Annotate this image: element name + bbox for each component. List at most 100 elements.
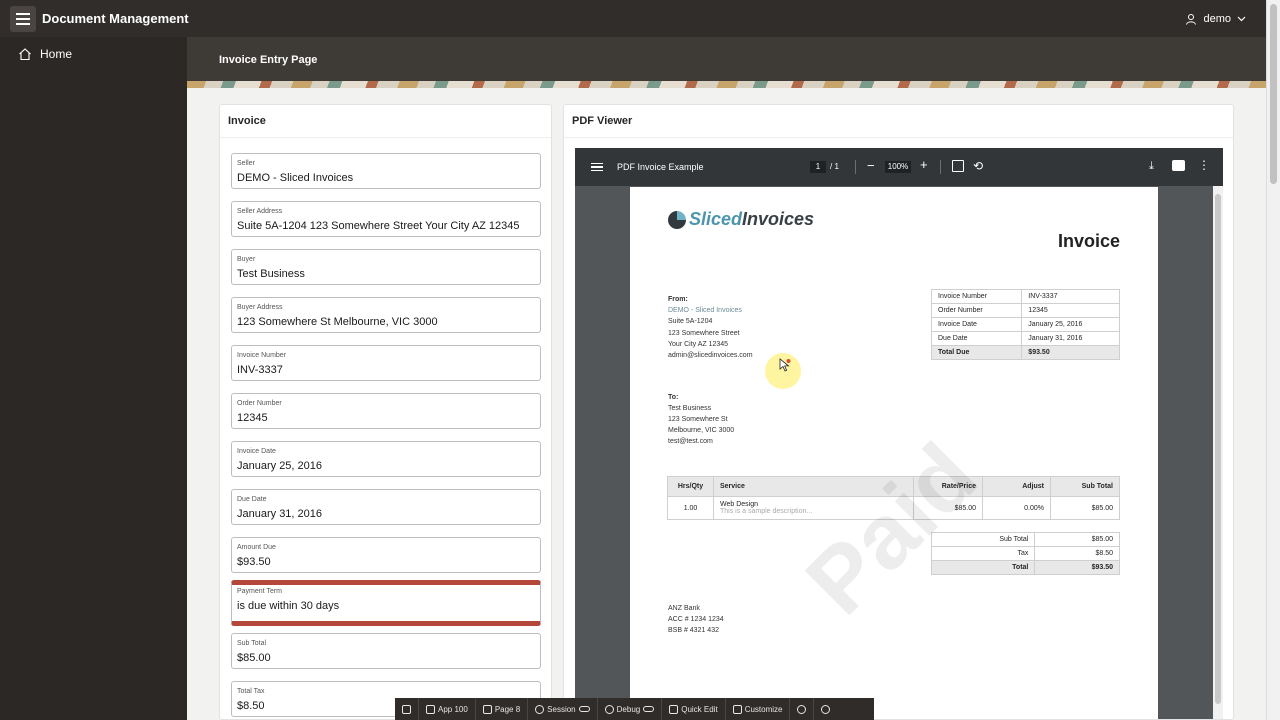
field-label: Payment Term bbox=[237, 588, 282, 595]
pdf-menu-icon[interactable] bbox=[591, 162, 603, 172]
field-label: Seller bbox=[237, 160, 255, 167]
page-title: Invoice Entry Page bbox=[219, 54, 318, 66]
order-number-field[interactable]: Order Number 12345 bbox=[231, 393, 541, 429]
field-value: $8.50 bbox=[237, 700, 265, 712]
pdf-page-total: / 1 bbox=[830, 162, 839, 171]
info-icon bbox=[797, 704, 807, 714]
field-value: Test Business bbox=[237, 268, 305, 280]
pdf-scrollbar-thumb[interactable] bbox=[1215, 194, 1221, 704]
table-row: Invoice Number INV-3337 bbox=[930, 289, 1120, 304]
from-line: 123 Somewhere Street bbox=[668, 330, 740, 337]
page-scrollbar-thumb[interactable] bbox=[1270, 4, 1277, 184]
invoice-date-field[interactable]: Invoice Date January 25, 2016 bbox=[231, 441, 541, 477]
pdf-toolbar: PDF Invoice Example 1 / 1 − 100% + ⟲ ⤓ ⋮ bbox=[575, 148, 1223, 186]
to-label: To: bbox=[668, 394, 679, 401]
dev-app-button[interactable]: App 100 bbox=[419, 698, 476, 720]
amount-due-field[interactable]: Amount Due $93.50 bbox=[231, 537, 541, 573]
logo-text-part1: Sliced bbox=[689, 209, 743, 229]
pdf-viewer[interactable]: PDF Invoice Example 1 / 1 − 100% + ⟲ ⤓ ⋮… bbox=[575, 148, 1223, 719]
field-label: Amount Due bbox=[237, 544, 276, 551]
table-row: Tax $8.50 bbox=[930, 546, 1120, 561]
pdf-page-input[interactable]: 1 bbox=[810, 161, 826, 173]
from-line: Suite 5A-1204 bbox=[668, 318, 713, 325]
page-icon bbox=[482, 704, 492, 714]
page-scrollbar[interactable] bbox=[1266, 0, 1280, 720]
due-date-field[interactable]: Due Date January 31, 2016 bbox=[231, 489, 541, 525]
logo-text-part2: Invoices bbox=[742, 209, 815, 229]
toolbar-divider bbox=[855, 160, 856, 174]
edit-icon bbox=[426, 704, 435, 714]
dev-session-button[interactable]: Session bbox=[528, 698, 598, 720]
dev-info-button[interactable] bbox=[790, 698, 815, 720]
payment-term-field[interactable]: Payment Term is due within 30 days bbox=[231, 580, 541, 626]
dev-customize-button[interactable]: Customize bbox=[726, 698, 791, 720]
top-header: Document Management demo bbox=[0, 0, 1266, 37]
user-menu-button[interactable]: demo bbox=[1185, 0, 1246, 37]
field-label: Buyer Address bbox=[237, 304, 283, 311]
pdf-scrollbar[interactable] bbox=[1213, 186, 1223, 719]
rotate-icon[interactable]: ⟲ bbox=[973, 158, 983, 174]
side-navigation: Home bbox=[0, 37, 187, 720]
field-value: January 25, 2016 bbox=[237, 460, 323, 472]
pdf-viewer-region: PDF Viewer PDF Invoice Example 1 / 1 − 1… bbox=[563, 104, 1234, 720]
from-label: From: bbox=[668, 296, 688, 303]
dev-quick-edit-button[interactable]: Quick Edit bbox=[662, 698, 726, 720]
home-icon bbox=[402, 704, 411, 714]
dev-home-button[interactable] bbox=[395, 698, 419, 720]
seller-address-field[interactable]: Seller Address Suite 5A-1204 123 Somewhe… bbox=[231, 201, 541, 237]
field-label: Buyer bbox=[237, 256, 256, 263]
dev-settings-button[interactable] bbox=[814, 698, 837, 720]
field-label: Sub Total bbox=[237, 640, 267, 647]
zoom-out-icon[interactable]: − bbox=[867, 158, 875, 174]
buyer-field[interactable]: Buyer Test Business bbox=[231, 249, 541, 285]
to-line: Melbourne, VIC 3000 bbox=[668, 427, 735, 434]
from-line: Your City AZ 12345 bbox=[668, 341, 729, 348]
bank-line: BSB # 4321 432 bbox=[668, 627, 719, 634]
quick-edit-icon bbox=[669, 704, 679, 714]
field-value: $93.50 bbox=[237, 556, 271, 568]
home-icon bbox=[19, 48, 31, 61]
invoice-meta-table: Invoice Number INV-3337 Order Number 12345… bbox=[930, 289, 1120, 360]
user-name: demo bbox=[1203, 12, 1231, 25]
paid-watermark: Paid bbox=[787, 424, 997, 634]
invoice-region: Invoice Seller DEMO - Sliced Invoices Se… bbox=[219, 104, 552, 720]
bank-line: ACC # 1234 1234 bbox=[668, 616, 724, 623]
field-value: DEMO - Sliced Invoices bbox=[237, 172, 354, 184]
logo-icon bbox=[668, 210, 686, 229]
to-line: Test Business bbox=[668, 405, 712, 412]
field-value: January 31, 2016 bbox=[237, 508, 323, 520]
menu-toggle-button[interactable] bbox=[10, 5, 36, 32]
field-label: Invoice Number bbox=[237, 352, 287, 359]
sidebar-item-home[interactable]: Home bbox=[0, 37, 187, 71]
pdf-zoom-input[interactable]: 100% bbox=[885, 161, 911, 173]
toolbar-divider bbox=[940, 160, 941, 174]
bank-line: ANZ Bank bbox=[668, 605, 700, 612]
field-value: is due within 30 days bbox=[237, 600, 340, 612]
app-title[interactable]: Document Management bbox=[42, 11, 189, 26]
dev-page-button[interactable]: Page 8 bbox=[476, 698, 529, 720]
pdf-region-title: PDF Viewer bbox=[564, 105, 1233, 138]
field-label: Invoice Date bbox=[237, 448, 276, 455]
invoice-number-field[interactable]: Invoice Number INV-3337 bbox=[231, 345, 541, 381]
field-value: Suite 5A-1204 123 Somewhere Street Your … bbox=[237, 220, 520, 232]
sub-total-field[interactable]: Sub Total $85.00 bbox=[231, 633, 541, 669]
fit-to-page-icon[interactable] bbox=[952, 160, 964, 172]
field-value: INV-3337 bbox=[237, 364, 283, 376]
hamburger-icon bbox=[16, 12, 30, 15]
field-value: $85.00 bbox=[237, 652, 271, 664]
more-options-icon[interactable]: ⋮ bbox=[1198, 157, 1210, 173]
field-value: 123 Somewhere St Melbourne, VIC 3000 bbox=[237, 316, 438, 328]
to-line: test@test.com bbox=[668, 438, 713, 445]
invoice-region-title: Invoice bbox=[220, 105, 551, 138]
table-row: Order Number 12345 bbox=[930, 303, 1120, 318]
field-label: Order Number bbox=[237, 400, 282, 407]
download-icon[interactable]: ⤓ bbox=[1149, 158, 1154, 174]
print-icon[interactable] bbox=[1172, 160, 1185, 171]
sidebar-item-label: Home bbox=[40, 47, 73, 61]
buyer-address-field[interactable]: Buyer Address 123 Somewhere St Melbourne… bbox=[231, 297, 541, 333]
field-label: Due Date bbox=[237, 496, 267, 503]
seller-field[interactable]: Seller DEMO - Sliced Invoices bbox=[231, 153, 541, 189]
field-value: 12345 bbox=[237, 412, 268, 424]
zoom-in-icon[interactable]: + bbox=[920, 157, 928, 173]
dev-debug-button[interactable]: Debug bbox=[598, 698, 663, 720]
